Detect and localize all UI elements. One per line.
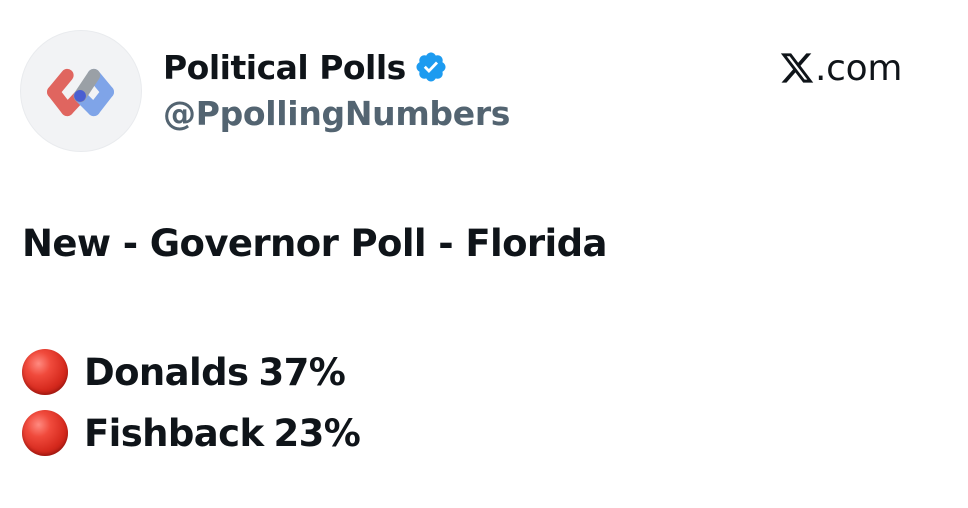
poll-result-text: Donalds 37% [84,350,346,394]
x-logo-icon [780,53,814,83]
avatar[interactable] [20,30,142,152]
author-handle[interactable]: @PpollingNumbers [163,94,510,133]
verified-badge-icon [416,52,446,82]
poll-result-text: Fishback 23% [84,411,361,455]
candidate-name: Fishback [84,411,264,455]
candidate-percent: 37% [258,350,346,394]
poll-result-row: Donalds 37% [22,348,346,396]
network-logo-icon [47,68,114,117]
red-circle-icon [22,410,68,456]
post-headline: New - Governor Poll - Florida [22,222,607,265]
red-circle-icon [22,349,68,395]
candidate-name: Donalds [84,350,249,394]
author-display-name[interactable]: Political Polls [163,48,406,87]
poll-result-row: Fishback 23% [22,409,361,457]
site-brand: .com [779,46,902,90]
site-domain-suffix: .com [815,47,903,89]
author-name-row[interactable]: Political Polls [163,44,448,90]
candidate-percent: 23% [273,411,361,455]
post-card: Political Polls @PpollingNumbers .com Ne… [0,0,968,508]
